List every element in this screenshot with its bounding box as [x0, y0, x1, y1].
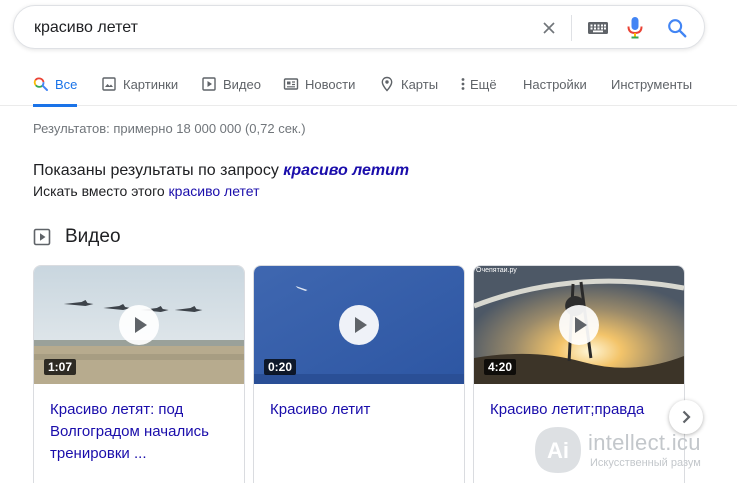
news-icon — [283, 78, 299, 90]
video-title-link[interactable]: Красиво летит — [270, 399, 456, 421]
search-icon[interactable] — [666, 17, 688, 39]
site-logo-letters: Ai — [547, 438, 569, 463]
play-button[interactable] — [119, 305, 159, 345]
tab-tools[interactable]: Инструменты — [611, 62, 692, 106]
carousel-next-button[interactable] — [669, 400, 703, 434]
video-duration: 1:07 — [44, 359, 77, 375]
video-thumbnail[interactable]: 0:20 — [254, 266, 464, 384]
play-icon — [135, 317, 147, 333]
result-stats: Результатов: примерно 18 000 000 (0,72 с… — [33, 121, 306, 136]
video-icon — [202, 77, 216, 91]
search-input[interactable] — [34, 18, 514, 38]
video-title-link[interactable]: Красиво летит;правда — [490, 399, 676, 421]
tab-label: Ещё — [470, 76, 497, 92]
video-thumbnail[interactable]: 1:07 — [34, 266, 244, 384]
corrected-query-link[interactable]: красиво летит — [283, 162, 409, 179]
search-tabs: Все Картинки Видео Новости Карты Ещё Нас… — [0, 62, 737, 107]
video-duration: 4:20 — [484, 359, 517, 375]
more-vert-icon — [461, 78, 465, 90]
tab-more[interactable]: Ещё — [459, 62, 497, 106]
tab-label: Настройки — [523, 76, 587, 92]
mic-icon[interactable] — [626, 16, 644, 40]
map-pin-icon — [381, 76, 393, 92]
video-card[interactable]: 0:20 Красиво летит — [253, 265, 465, 483]
original-query-link[interactable]: красиво летет — [169, 183, 260, 199]
keyboard-icon[interactable] — [587, 19, 609, 37]
video-duration: 0:20 — [264, 359, 297, 375]
tab-images[interactable]: Картинки — [101, 62, 178, 106]
search-instead-prefix: Искать вместо этого — [33, 183, 169, 199]
tab-all[interactable]: Все — [33, 62, 78, 107]
video-section-title: Видео — [65, 226, 121, 247]
chevron-right-icon — [682, 410, 691, 424]
site-name: intellect.icu — [588, 430, 701, 455]
clear-icon[interactable] — [539, 18, 559, 38]
search-instead: Искать вместо этого красиво летет — [33, 183, 260, 199]
image-icon — [102, 77, 116, 91]
tab-settings[interactable]: Настройки — [523, 62, 587, 106]
tab-news[interactable]: Новости — [283, 62, 355, 106]
tab-label: Видео — [223, 76, 261, 92]
site-tagline: Искусственный разум — [590, 457, 701, 469]
play-button[interactable] — [559, 305, 599, 345]
spelling-correction: Показаны результаты по запросу красиво л… — [33, 162, 409, 180]
tab-label: Новости — [305, 76, 356, 92]
play-button[interactable] — [339, 305, 379, 345]
search-divider — [571, 15, 572, 41]
source-watermark: Очепятаи.ру — [476, 267, 517, 274]
video-card[interactable]: 1:07 Красиво летят: под Волгоградом нача… — [33, 265, 245, 483]
tab-videos[interactable]: Видео — [201, 62, 261, 106]
video-title-link[interactable]: Красиво летят: под Волгоградом начались … — [50, 399, 236, 465]
video-thumbnail[interactable]: Очепятаи.ру 4:20 — [474, 266, 684, 384]
search-icon — [33, 77, 48, 91]
tab-label: Все — [55, 76, 78, 92]
video-icon — [33, 228, 51, 246]
play-icon — [575, 317, 587, 333]
tab-label: Инструменты — [611, 76, 693, 92]
tab-label: Карты — [401, 76, 439, 92]
search-box[interactable] — [13, 5, 705, 49]
tab-maps[interactable]: Карты — [379, 62, 438, 106]
spelling-shown-prefix: Показаны результаты по запросу — [33, 162, 284, 179]
tab-label: Картинки — [123, 76, 179, 92]
site-logo: Ai — [535, 427, 581, 473]
play-icon — [355, 317, 367, 333]
